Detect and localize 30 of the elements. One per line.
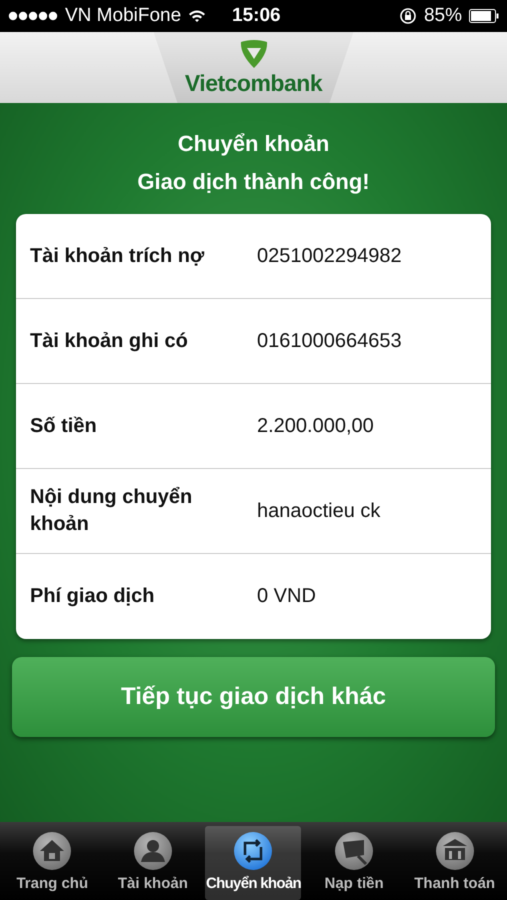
detail-value: 0 VND [257,585,316,608]
detail-value: 0161000664653 [257,330,402,352]
clock-time: 15:06 [232,5,281,27]
wifi-icon [188,9,206,23]
carrier-name: VN MobiFone [65,5,182,27]
tab[interactable]: Thanh toán [406,826,503,900]
detail-value: 0251002294982 [257,244,402,268]
detail-label: Phí giao dịch [30,584,156,609]
signal-icon [8,11,58,21]
tab[interactable]: Chuyển khoản [205,826,302,900]
tab[interactable]: Tài khoản [104,826,201,900]
battery-icon [469,9,499,23]
detail-value: 2.200.000,00 [257,414,374,438]
detail-label: Tài khoản ghi có [30,328,189,354]
page-title: Chuyển khoản [178,130,330,158]
rotation-lock-icon [398,7,417,25]
bank-icon [434,831,475,871]
detail-label: Số tiền [30,414,98,438]
house-icon [32,831,72,871]
detail-label: Nội dung chuyển khoản [30,485,194,537]
transfer-icon [233,831,274,871]
logo-text: Vietcombank [184,70,322,97]
money-icon [334,831,374,871]
detail-value: hanaoctieu ck [257,500,380,522]
tab[interactable]: Trang chủ [4,826,100,900]
tab[interactable]: Nạp tiền [306,826,402,900]
person-icon [132,831,173,871]
detail-label: Tài khoản trích nợ [30,244,206,268]
battery-percent: 85% [424,5,462,27]
success-message: Giao dịch thành công! [137,168,370,196]
